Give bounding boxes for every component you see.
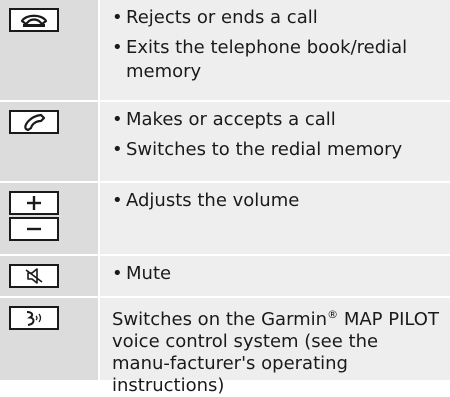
- key-cell: [0, 0, 100, 100]
- description-cell: Switches on the Garmin® MAP PILOT voice …: [100, 298, 450, 396]
- key-cell: [0, 102, 100, 181]
- table-row: Makes or accepts a call Switches to the …: [0, 102, 450, 183]
- volume-down-key: [9, 217, 59, 241]
- description-cell: Adjusts the volume: [100, 183, 450, 254]
- button-function-table: Rejects or ends a call Exits the telepho…: [0, 0, 450, 396]
- list-item: Adjusts the volume: [112, 189, 440, 213]
- end-call-icon: [20, 14, 48, 27]
- end-call-key: [9, 8, 59, 32]
- list-item: Makes or accepts a call: [112, 108, 440, 132]
- table-row: Switches on the Garmin® MAP PILOT voice …: [0, 298, 450, 396]
- voice-control-description: Switches on the Garmin® MAP PILOT voice …: [112, 304, 440, 397]
- list-item: Mute: [112, 262, 440, 286]
- mute-key: [9, 264, 59, 288]
- key-cell: [0, 256, 100, 296]
- table-row: Mute: [0, 256, 450, 298]
- volume-up-key: [9, 191, 59, 215]
- table-row: Rejects or ends a call Exits the telepho…: [0, 0, 450, 102]
- voice-control-icon: [26, 311, 42, 326]
- list-item: Switches to the redial memory: [112, 138, 440, 162]
- plus-icon: [27, 196, 41, 210]
- description-cell: Makes or accepts a call Switches to the …: [100, 102, 450, 181]
- list-item: Exits the telephone book/redial memory: [112, 36, 440, 84]
- key-cell: [0, 183, 100, 254]
- accept-call-icon: [24, 113, 46, 132]
- table-row: Adjusts the volume: [0, 183, 450, 256]
- description-cell: Mute: [100, 256, 450, 296]
- description-text-before: Switches on the Garmin: [112, 309, 328, 330]
- voice-control-key: [9, 306, 59, 330]
- description-cell: Rejects or ends a call Exits the telepho…: [100, 0, 450, 100]
- minus-icon: [27, 227, 41, 231]
- mute-icon: [25, 268, 43, 284]
- registered-mark: ®: [327, 308, 339, 321]
- accept-call-key: [9, 110, 59, 134]
- key-cell: [0, 298, 100, 380]
- list-item: Rejects or ends a call: [112, 6, 440, 30]
